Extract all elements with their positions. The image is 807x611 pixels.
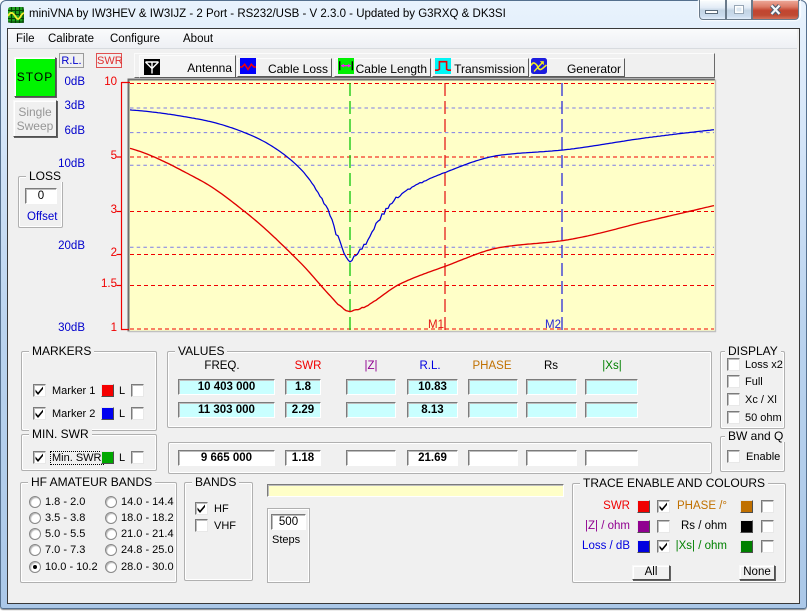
svg-text:M1: M1 <box>428 319 444 331</box>
svg-text:M2: M2 <box>545 319 561 331</box>
